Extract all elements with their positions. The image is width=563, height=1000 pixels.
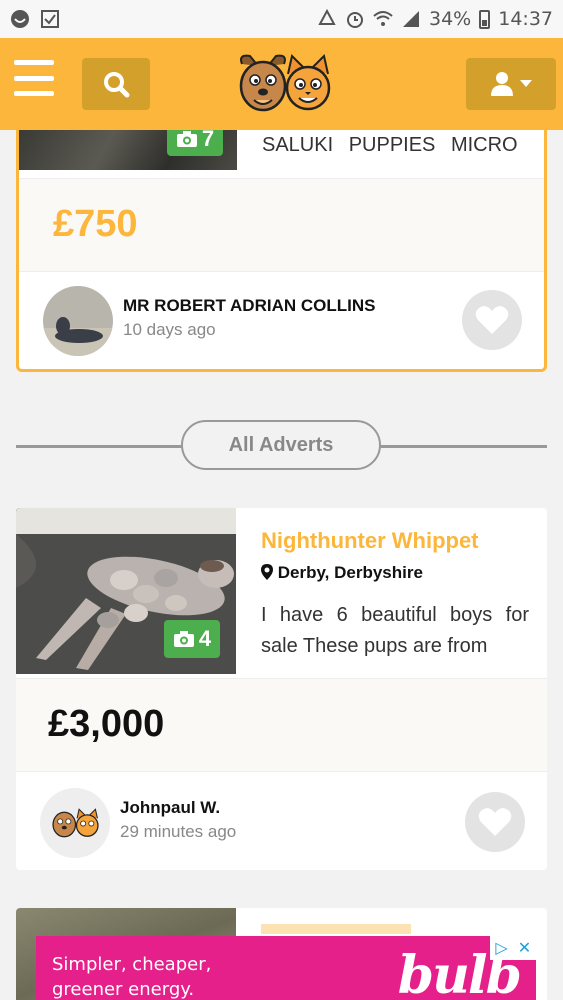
signal-icon xyxy=(403,11,419,27)
caret-down-icon xyxy=(520,80,532,87)
heart-icon xyxy=(475,306,509,334)
photo-count: 7 xyxy=(201,130,215,151)
seller-avatar[interactable] xyxy=(40,788,110,858)
advert-description: I have 6 beautiful boys for sale These p… xyxy=(261,604,529,657)
search-button[interactable] xyxy=(82,58,150,110)
heart-icon xyxy=(478,808,512,836)
camera-icon xyxy=(176,131,197,147)
advert-title[interactable] xyxy=(261,924,411,934)
advert-card[interactable]: 4 Nighthunter Whippet Derby, Derbyshire … xyxy=(16,508,547,870)
posted-time: 10 days ago xyxy=(123,320,216,339)
battery-percentage: 34% xyxy=(429,8,472,30)
app-header xyxy=(0,38,563,130)
adchoices-icon[interactable]: ▷ xyxy=(490,936,513,960)
photo-count-badge: 4 xyxy=(164,620,220,658)
advert-location: Derby, Derbyshire xyxy=(261,563,423,583)
advert-title[interactable]: SALUKI PUPPIES MICRO xyxy=(262,134,544,157)
search-icon xyxy=(104,72,130,98)
recycle-icon xyxy=(318,9,336,25)
checkbox-notification-icon xyxy=(41,10,59,28)
photo-count: 4 xyxy=(198,626,212,651)
smiley-notification-icon xyxy=(11,10,29,28)
dog-and-cat-logo[interactable] xyxy=(236,50,332,116)
price-row: £3,000 xyxy=(16,678,547,772)
close-icon[interactable]: ✕ xyxy=(513,936,536,960)
wifi-icon xyxy=(373,11,393,26)
favourite-button[interactable] xyxy=(462,290,522,350)
battery-icon xyxy=(479,9,491,29)
seller-row[interactable]: MR ROBERT ADRIAN COLLINS 10 days ago xyxy=(19,272,544,368)
seller-row[interactable]: Johnpaul W. 29 minutes ago xyxy=(16,774,547,870)
photo-count-badge: 7 xyxy=(167,130,223,156)
banner-ad[interactable]: Simpler, cheaper, greener energy. bulb ▷… xyxy=(36,936,536,1000)
user-icon xyxy=(491,72,513,96)
status-bar: 34% 14:37 xyxy=(0,0,563,38)
all-adverts-divider: All Adverts xyxy=(16,420,547,472)
map-marker-icon xyxy=(261,564,273,580)
posted-time: 29 minutes ago xyxy=(120,822,237,841)
advert-price: £750 xyxy=(53,203,138,245)
advert-title[interactable]: Nighthunter Whippet xyxy=(261,528,479,554)
favourite-button[interactable] xyxy=(465,792,525,852)
seller-avatar[interactable] xyxy=(43,286,113,356)
seller-name[interactable]: Johnpaul W. xyxy=(120,798,220,818)
seller-name[interactable]: MR ROBERT ADRIAN COLLINS xyxy=(123,296,375,316)
banner-text[interactable]: Simpler, cheaper, greener energy. xyxy=(52,952,211,1000)
account-menu-button[interactable] xyxy=(466,58,556,110)
alarm-icon xyxy=(347,12,363,28)
all-adverts-label[interactable]: All Adverts xyxy=(181,420,381,470)
ad-choices[interactable]: ▷ ✕ xyxy=(490,936,536,960)
clock: 14:37 xyxy=(498,8,553,30)
advert-price: £3,000 xyxy=(48,703,165,745)
featured-advert-card[interactable]: 7 SALUKI PUPPIES MICRO £750 MR ROBERT AD… xyxy=(16,130,547,372)
camera-icon xyxy=(173,631,194,647)
price-row: £750 xyxy=(19,178,544,272)
hamburger-icon[interactable] xyxy=(14,60,54,96)
